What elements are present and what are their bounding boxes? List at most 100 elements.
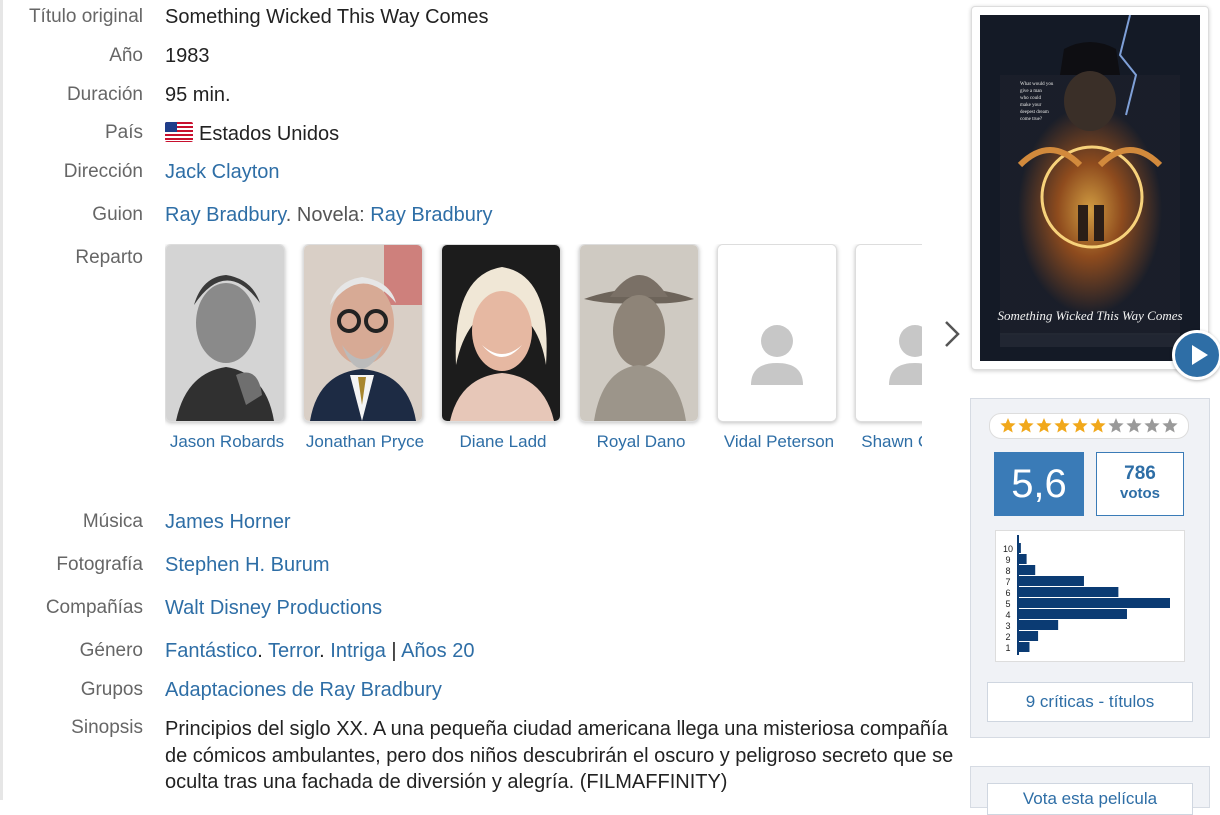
- star-icon: [1036, 418, 1052, 433]
- groups-link[interactable]: Adaptaciones de Ray Bradbury: [165, 679, 442, 702]
- cast-card[interactable]: Royal Dano: [579, 244, 699, 452]
- photography-link[interactable]: Stephen H. Burum: [165, 554, 330, 577]
- label-director: Dirección: [63, 161, 143, 182]
- histogram-bar: [1018, 631, 1039, 641]
- screenplay-link-1[interactable]: Ray Bradbury: [165, 204, 286, 226]
- vote-button[interactable]: Vota esta película: [987, 783, 1193, 815]
- original-title-value: Something Wicked This Way Comes: [165, 6, 489, 28]
- cast-name[interactable]: Royal Dano: [579, 432, 703, 452]
- label-groups: Grupos: [80, 679, 143, 700]
- star-icon: [1000, 418, 1016, 433]
- topic-link[interactable]: Años 20: [401, 640, 474, 662]
- country-value: Estados Unidos: [165, 122, 339, 146]
- company-link[interactable]: Walt Disney Productions: [165, 597, 382, 620]
- histogram-label: 8: [1005, 566, 1010, 576]
- histogram-label: 10: [1003, 544, 1013, 554]
- label-synopsis: Sinopsis: [71, 717, 143, 738]
- cast-name[interactable]: Diane Ladd: [441, 432, 565, 452]
- histogram-label: 4: [1005, 610, 1010, 620]
- star-icon: [1018, 418, 1034, 433]
- synopsis-text: Principios del siglo XX. A una pequeña c…: [165, 718, 954, 793]
- label-original-title: Título original: [28, 6, 143, 27]
- stars-icon: [1000, 418, 1178, 433]
- screenplay-value: Ray Bradbury. Novela: Ray Bradbury: [165, 204, 493, 227]
- histogram-label: 3: [1005, 621, 1010, 631]
- label-companies: Compañías: [45, 597, 143, 618]
- average-rating: 5,6: [994, 452, 1084, 516]
- placeholder-avatar-icon[interactable]: [717, 244, 837, 422]
- movie-poster[interactable]: What would you give a man who could make…: [980, 15, 1200, 361]
- histogram-label: 2: [1005, 632, 1010, 642]
- year-value: 1983: [165, 45, 210, 67]
- vote-panel: Vota esta película: [970, 766, 1210, 815]
- histogram-label: 9: [1005, 555, 1010, 565]
- chevron-right-icon[interactable]: [938, 316, 964, 352]
- cast-card[interactable]: Jason Robards: [165, 244, 285, 452]
- rating-histogram: 10 9 8 7 6 5 4 3 2 1: [995, 530, 1185, 662]
- svg-text:deepest dream: deepest dream: [1020, 110, 1049, 115]
- star-rating: [989, 413, 1189, 439]
- cast-card[interactable]: Diane Ladd: [441, 244, 561, 452]
- play-trailer-button[interactable]: [1172, 330, 1220, 380]
- cast-name[interactable]: Shawn Carson: [855, 432, 922, 452]
- label-year: Año: [109, 45, 143, 66]
- cast-name[interactable]: Jason Robards: [165, 432, 289, 452]
- us-flag-icon: [165, 122, 193, 142]
- svg-text:who could: who could: [1020, 96, 1041, 101]
- actor-photo[interactable]: [441, 244, 561, 422]
- music-link[interactable]: James Horner: [165, 511, 291, 534]
- histogram-bar: [1018, 576, 1084, 586]
- poster-card[interactable]: What would you give a man who could make…: [971, 6, 1209, 370]
- cast-card[interactable]: Shawn Carson: [855, 244, 922, 452]
- label-music: Música: [82, 511, 143, 532]
- play-icon: [1192, 345, 1208, 365]
- label-genre: Género: [79, 640, 143, 661]
- genre-link[interactable]: Intriga: [330, 640, 386, 662]
- histogram-label: 6: [1005, 588, 1010, 598]
- actor-photo[interactable]: [165, 244, 285, 422]
- actor-photo[interactable]: [579, 244, 699, 422]
- cast-name[interactable]: Jonathan Pryce: [303, 432, 427, 452]
- duration-value: 95 min.: [165, 84, 231, 106]
- genre-value: Fantástico. Terror. Intriga | Años 20: [165, 640, 475, 662]
- star-icon: [1162, 418, 1178, 433]
- histogram-bar: [1018, 565, 1036, 575]
- svg-text:come true?: come true?: [1020, 117, 1043, 122]
- label-photography: Fotografía: [56, 554, 143, 575]
- histogram-bar: [1018, 587, 1119, 597]
- histogram-bar: [1018, 598, 1170, 608]
- vote-count[interactable]: 786 votos: [1096, 452, 1184, 516]
- poster-title-art: Something Wicked This Way Comes: [997, 308, 1182, 323]
- histogram-bar: [1018, 554, 1027, 564]
- star-icon: [1090, 418, 1106, 433]
- star-icon: [1144, 418, 1160, 433]
- cast-card[interactable]: Jonathan Pryce: [303, 244, 424, 452]
- cast-card[interactable]: Vidal Peterson: [717, 244, 837, 452]
- genre-link[interactable]: Fantástico: [165, 640, 257, 662]
- cast-name[interactable]: Vidal Peterson: [717, 432, 841, 452]
- star-icon: [1072, 418, 1088, 433]
- histogram-bar: [1018, 609, 1127, 619]
- screenplay-separator: . Novela:: [285, 204, 371, 226]
- label-screenplay: Guion: [92, 204, 143, 225]
- star-icon: [1126, 418, 1142, 433]
- histogram-label: 5: [1005, 599, 1010, 609]
- histogram-label: 1: [1005, 643, 1010, 653]
- histogram-bar: [1018, 642, 1030, 652]
- placeholder-avatar-icon[interactable]: [855, 244, 922, 422]
- svg-text:give a man: give a man: [1020, 89, 1042, 94]
- critics-button[interactable]: 9 críticas - títulos: [987, 682, 1193, 722]
- director-link[interactable]: Jack Clayton: [165, 161, 280, 184]
- actor-photo[interactable]: [303, 244, 423, 422]
- poster-tagline: What would you: [1020, 82, 1054, 87]
- histogram-label: 7: [1005, 577, 1010, 587]
- vote-count-label: votos: [1119, 485, 1160, 502]
- rating-panel: 5,6 786 votos 10 9 8 7 6 5 4 3 2 1 9 críticas - t…: [970, 398, 1210, 738]
- genre-link[interactable]: Terror: [268, 640, 319, 662]
- vote-count-number: 786: [1124, 463, 1156, 484]
- screenplay-link-2[interactable]: Ray Bradbury: [370, 204, 492, 226]
- cast-carousel: Jason Robards Jonathan Pryce Diane Ladd …: [165, 244, 922, 466]
- svg-text:make your: make your: [1020, 103, 1042, 108]
- star-icon: [1054, 418, 1070, 433]
- label-country: País: [104, 122, 143, 143]
